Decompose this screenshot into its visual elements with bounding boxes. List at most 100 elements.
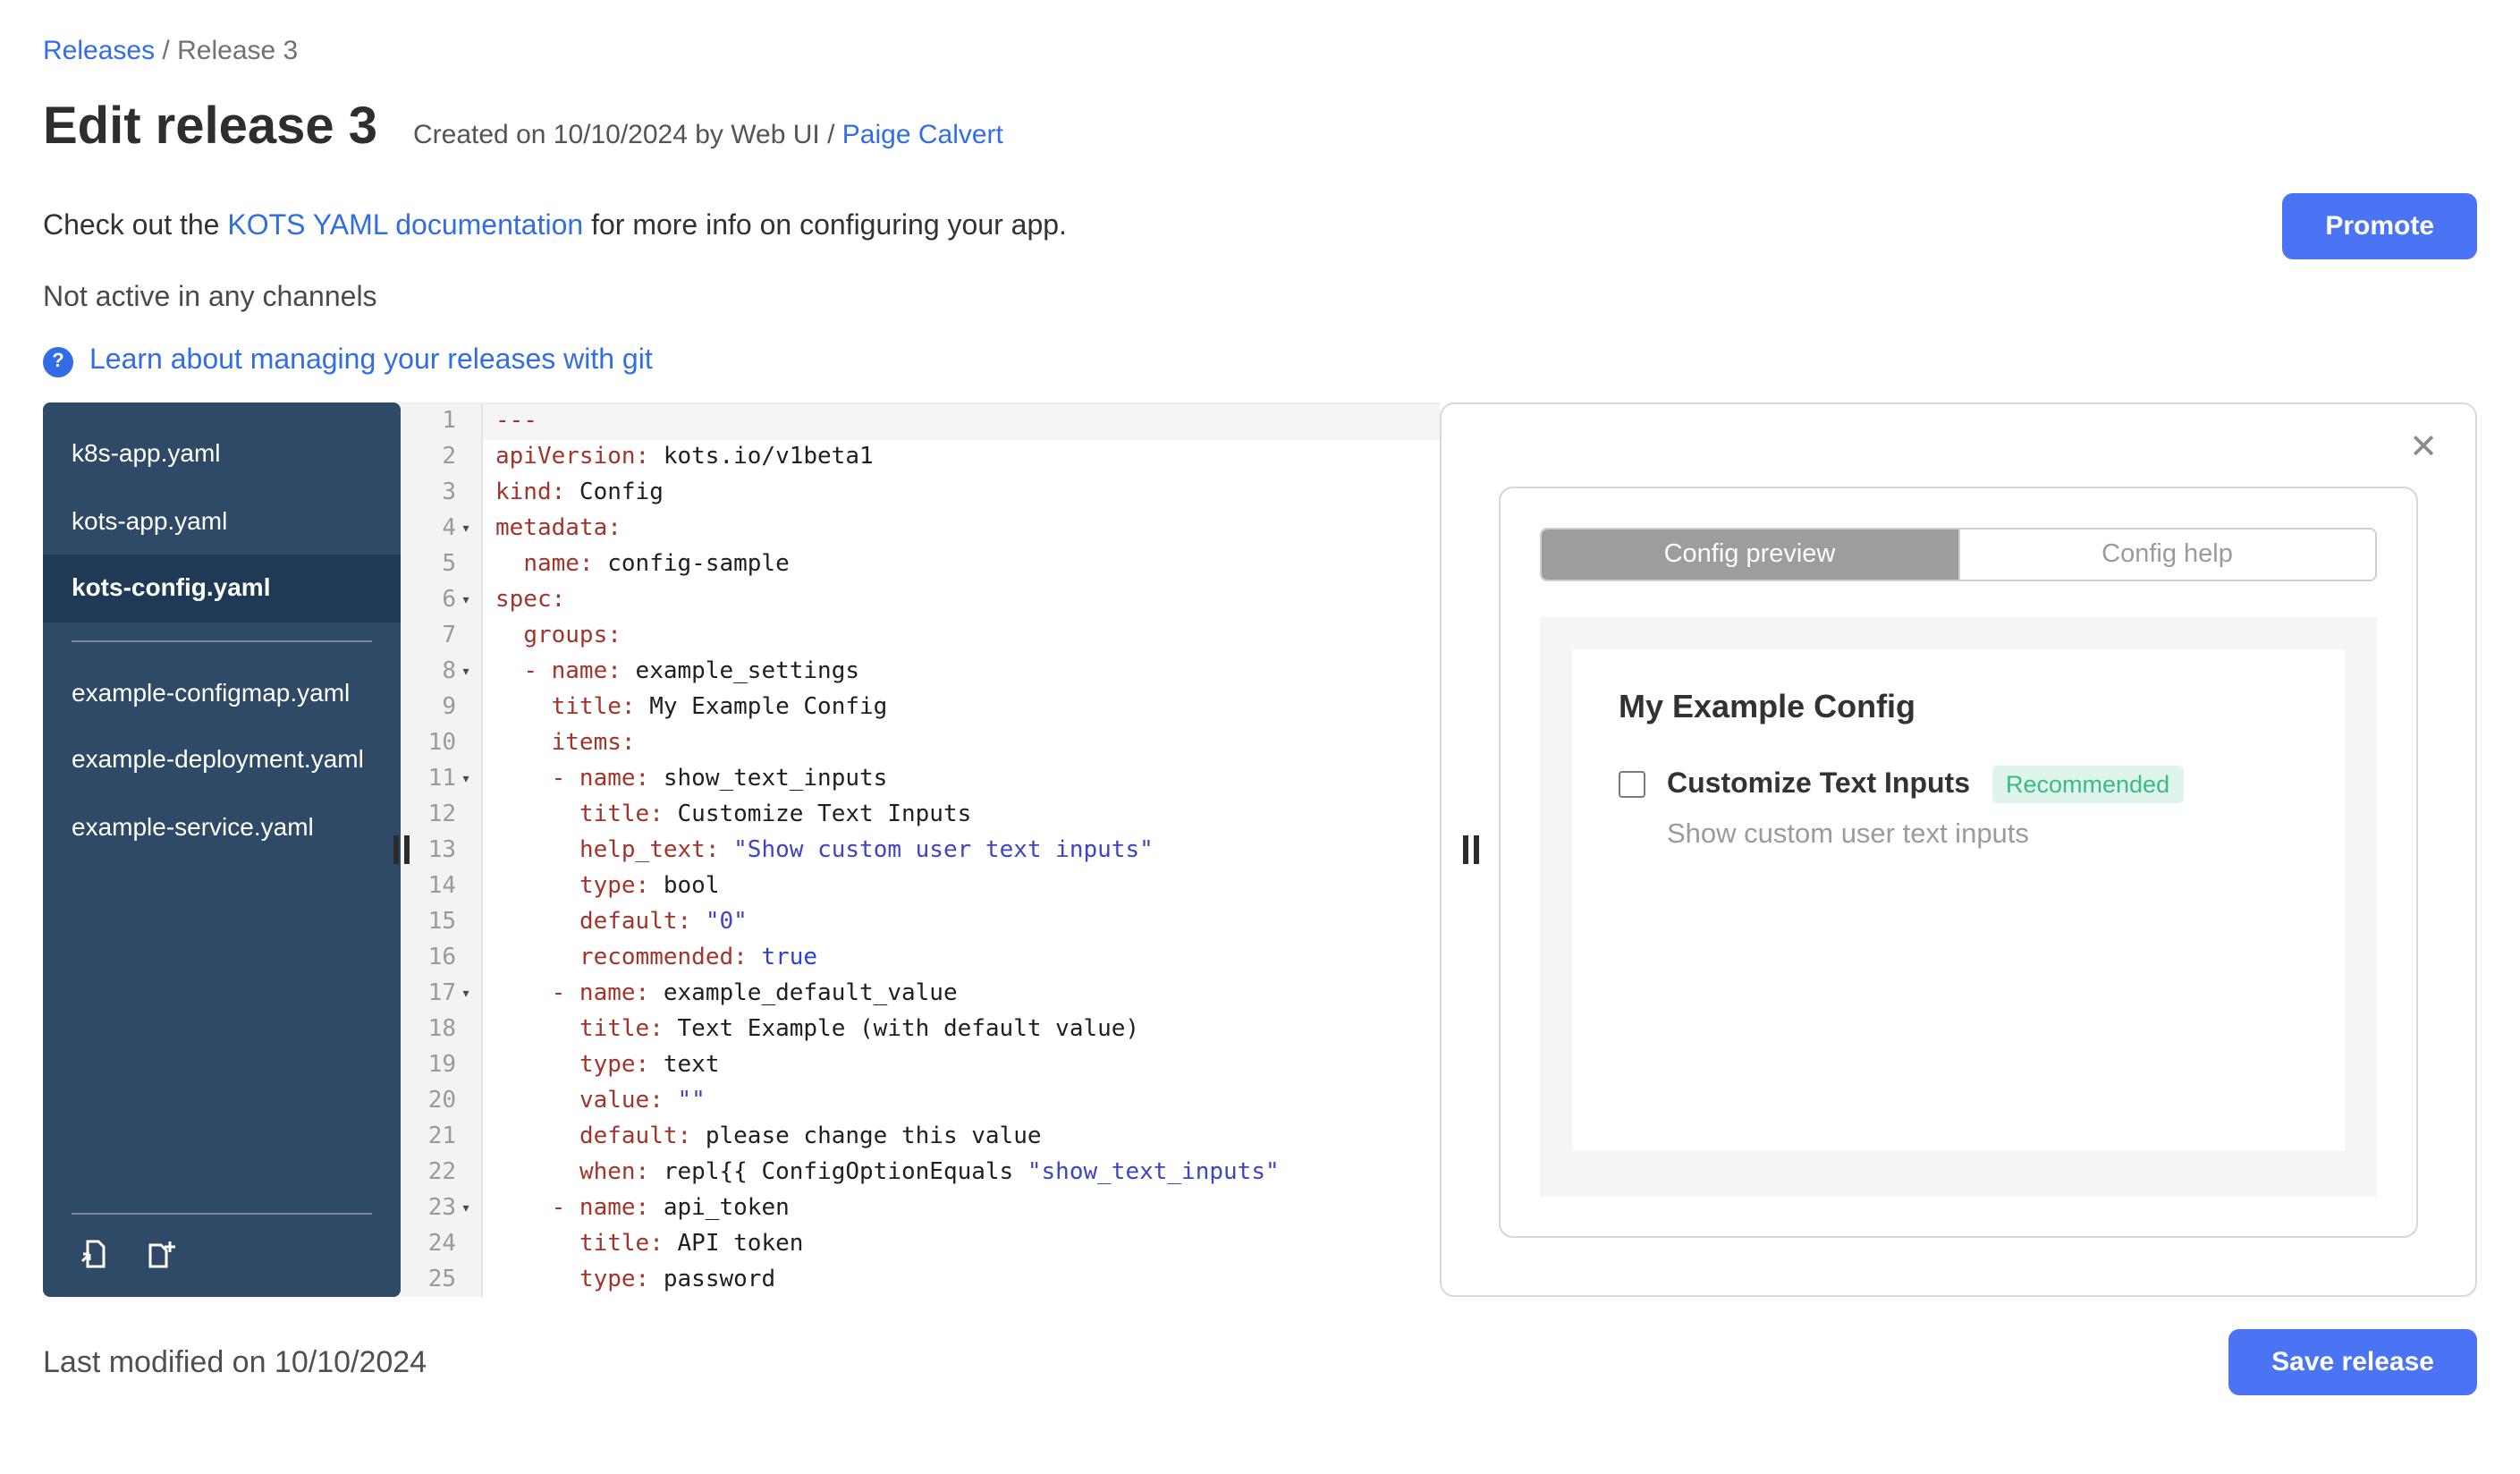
footer-row: Last modified on 10/10/2024 Save release (43, 1329, 2477, 1395)
code-line-text: when: repl{{ ConfigOptionEquals "show_te… (579, 1159, 1280, 1186)
import-file-icon[interactable] (75, 1236, 111, 1272)
code-line-text: --- (495, 408, 537, 435)
line-number-13: 13 (401, 834, 483, 869)
preview-card: Config preview Config help My Example Con… (1499, 487, 2418, 1238)
code-line-text: - name: example_settings (523, 658, 860, 685)
line-number-15: 15 (401, 905, 483, 941)
tab-config-help[interactable]: Config help (1958, 529, 2375, 580)
file-item-example-configmap.yaml[interactable]: example-configmap.yaml (43, 660, 401, 727)
line-number-14: 14 (401, 869, 483, 905)
file-item-kots-config.yaml[interactable]: kots-config.yaml (43, 555, 401, 623)
code-line-text: - name: example_default_value (551, 980, 958, 1007)
line-number-4: 4 ▾ (401, 512, 483, 547)
tab-config-preview[interactable]: Config preview (1542, 529, 1958, 580)
code-line-text: title: Customize Text Inputs (579, 801, 972, 828)
code-line-1[interactable]: 1 --- (401, 404, 1440, 440)
line-number-24: 24 (401, 1227, 483, 1263)
breadcrumb-current: Release 3 (177, 36, 299, 66)
code-line-text: title: Text Example (with default value) (579, 1016, 1140, 1043)
breadcrumb: Releases / Release 3 (43, 36, 2477, 66)
file-item-example-deployment.yaml[interactable]: example-deployment.yaml (43, 727, 401, 794)
code-line-18[interactable]: 18 title: Text Example (with default val… (401, 1012, 1440, 1048)
code-line-7[interactable]: 7 groups: (401, 619, 1440, 655)
code-line-25[interactable]: 25 type: password (401, 1263, 1440, 1297)
code-line-19[interactable]: 19 type: text (401, 1048, 1440, 1084)
config-group-card: My Example Config Customize Text Inputs … (1572, 649, 2345, 1150)
code-line-3[interactable]: 3 kind: Config (401, 476, 1440, 512)
code-line-21[interactable]: 21 default: please change this value (401, 1120, 1440, 1156)
code-line-16[interactable]: 16 recommended: true (401, 941, 1440, 977)
line-number-6: 6 ▾ (401, 583, 483, 619)
info-row: Check out the KOTS YAML documentation fo… (43, 193, 2477, 259)
code-line-text: apiVersion: kots.io/v1beta1 (495, 444, 874, 470)
channel-status-text: Not active in any channels (43, 283, 377, 313)
code-line-text: spec: (495, 587, 566, 614)
code-line-24[interactable]: 24 title: API token (401, 1227, 1440, 1263)
code-line-8[interactable]: 8 ▾ - name: example_settings (401, 655, 1440, 690)
code-line-20[interactable]: 20 value: "" (401, 1084, 1440, 1120)
file-item-kots-app.yaml[interactable]: kots-app.yaml (43, 487, 401, 555)
code-line-text: kind: Config (495, 479, 664, 506)
file-item-example-service.yaml[interactable]: example-service.yaml (43, 794, 401, 861)
config-group-title: My Example Config (1619, 689, 1916, 724)
code-line-2[interactable]: 2 apiVersion: kots.io/v1beta1 (401, 440, 1440, 476)
created-text: Created on 10/10/2024 by Web UI / (413, 120, 842, 150)
code-line-5[interactable]: 5 name: config-sample (401, 547, 1440, 583)
code-line-text: items: (551, 730, 636, 757)
fold-toggle-icon[interactable]: ▾ (456, 583, 476, 619)
code-line-6[interactable]: 6 ▾ spec: (401, 583, 1440, 619)
code-line-9[interactable]: 9 title: My Example Config (401, 690, 1440, 726)
promote-button[interactable]: Promote (2282, 193, 2477, 259)
line-number-25: 25 (401, 1263, 483, 1297)
line-number-2: 2 (401, 440, 483, 476)
close-icon[interactable]: ✕ (2409, 428, 2438, 469)
line-number-12: 12 (401, 798, 483, 834)
line-number-18: 18 (401, 1012, 483, 1048)
fold-toggle-icon[interactable]: ▾ (456, 655, 476, 690)
pane-resize-handle-left[interactable] (393, 835, 410, 864)
fold-toggle-icon[interactable]: ▾ (456, 762, 476, 798)
docs-info-text: Check out the KOTS YAML documentation fo… (43, 210, 1067, 242)
code-line-12[interactable]: 12 title: Customize Text Inputs (401, 798, 1440, 834)
release-editor-area: k8s-app.yaml kots-app.yaml kots-config.yam… (43, 402, 2477, 1297)
yaml-code-editor[interactable]: 1 --- 2 apiVersion: kots.io/v1beta1 3 kind: C… (401, 402, 1440, 1297)
author-link[interactable]: Paige Calvert (842, 120, 1003, 150)
code-line-17[interactable]: 17 ▾ - name: example_default_value (401, 977, 1440, 1012)
code-line-14[interactable]: 14 type: bool (401, 869, 1440, 905)
code-line-text: metadata: (495, 515, 622, 542)
file-item-k8s-app.yaml[interactable]: k8s-app.yaml (43, 420, 401, 487)
config-preview-panel: ✕ Config preview Config help My Example C… (1440, 402, 2477, 1297)
code-line-10[interactable]: 10 items: (401, 726, 1440, 762)
last-modified-text: Last modified on 10/10/2024 (43, 1344, 427, 1378)
config-item-checkbox[interactable] (1619, 771, 1645, 798)
pane-resize-handle-right[interactable] (1463, 835, 1479, 864)
kots-yaml-docs-link[interactable]: KOTS YAML documentation (227, 210, 583, 241)
code-line-text: type: bool (579, 873, 720, 900)
code-line-4[interactable]: 4 ▾ metadata: (401, 512, 1440, 547)
line-number-20: 20 (401, 1084, 483, 1120)
line-number-16: 16 (401, 941, 483, 977)
file-list-divider (72, 640, 372, 642)
code-line-22[interactable]: 22 when: repl{{ ConfigOptionEquals "show… (401, 1156, 1440, 1191)
line-number-3: 3 (401, 476, 483, 512)
line-number-7: 7 (401, 619, 483, 655)
code-line-text: value: "" (579, 1088, 706, 1114)
code-line-13[interactable]: 13 help_text: "Show custom user text inp… (401, 834, 1440, 869)
code-line-15[interactable]: 15 default: "0" (401, 905, 1440, 941)
code-line-text: recommended: true (579, 945, 818, 971)
fold-toggle-icon[interactable]: ▾ (456, 977, 476, 1012)
docs-info-suffix: for more info on configuring your app. (583, 210, 1067, 241)
fold-toggle-icon[interactable]: ▾ (456, 512, 476, 547)
page-scale-wrapper: Releases / Release 3 Edit release 3 Crea… (0, 0, 2520, 1474)
fold-toggle-icon[interactable]: ▾ (456, 1191, 476, 1227)
breadcrumb-releases-link[interactable]: Releases (43, 36, 155, 66)
new-file-icon[interactable] (143, 1236, 179, 1272)
created-info: Created on 10/10/2024 by Web UI / Paige … (413, 120, 1003, 150)
code-line-23[interactable]: 23 ▾ - name: api_token (401, 1191, 1440, 1227)
code-line-text: groups: (523, 623, 622, 649)
line-number-19: 19 (401, 1048, 483, 1084)
code-line-11[interactable]: 11 ▾ - name: show_text_inputs (401, 762, 1440, 798)
preview-canvas: My Example Config Customize Text Inputs … (1540, 617, 2377, 1197)
git-releases-help-link[interactable]: Learn about managing your releases with … (89, 345, 653, 377)
save-release-button[interactable]: Save release (2228, 1329, 2477, 1395)
